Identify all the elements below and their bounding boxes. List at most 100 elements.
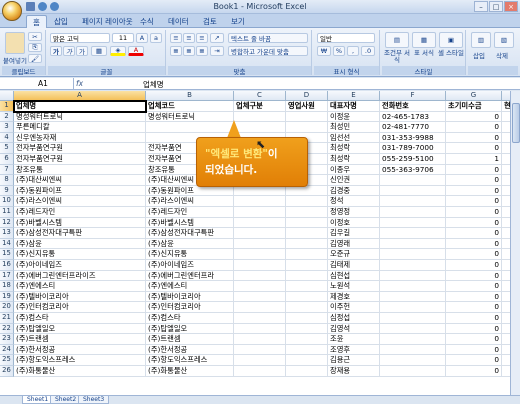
table-cell[interactable] xyxy=(234,238,286,250)
row-header[interactable]: 8 xyxy=(0,175,14,186)
table-cell[interactable]: 0 xyxy=(446,270,502,282)
table-cell[interactable] xyxy=(146,122,234,133)
table-cell[interactable]: 0 xyxy=(446,313,502,324)
table-cell[interactable]: 1 xyxy=(446,154,502,165)
table-cell[interactable]: (주)트랜셈 xyxy=(146,334,234,345)
table-cell[interactable] xyxy=(502,260,510,271)
vertical-scrollbar[interactable] xyxy=(510,91,520,395)
paste-icon[interactable] xyxy=(5,32,25,54)
table-cell[interactable] xyxy=(502,324,510,335)
table-cell[interactable] xyxy=(286,238,328,250)
table-cell[interactable]: 최성민 xyxy=(328,122,380,133)
row-header[interactable]: 26 xyxy=(0,366,14,377)
row-header[interactable]: 9 xyxy=(0,185,14,197)
fx-icon[interactable]: fx xyxy=(76,79,83,88)
table-cell[interactable]: 전자부품연구원 xyxy=(14,154,146,165)
table-cell[interactable]: 장재용 xyxy=(328,366,380,377)
tab-page-layout[interactable]: 페이지 레이아웃 xyxy=(76,15,139,28)
table-cell[interactable]: 전자부품연구원 xyxy=(14,143,146,154)
column-header-f[interactable]: F xyxy=(380,91,446,101)
table-cell[interactable]: (주)삼성전자대구특판 xyxy=(14,228,146,239)
table-cell[interactable]: 김영석 xyxy=(328,323,380,335)
table-cell[interactable]: 임선선 xyxy=(328,132,380,144)
table-cell[interactable]: (주)인터컴코리아 xyxy=(14,302,146,313)
table-cell[interactable]: (주)레드자인 xyxy=(146,207,234,218)
formula-input[interactable]: 업체명 xyxy=(143,79,164,90)
orientation-icon[interactable]: ↗ xyxy=(210,33,224,43)
table-cell[interactable]: 0 xyxy=(446,323,502,335)
table-cell[interactable] xyxy=(502,228,510,239)
table-cell[interactable]: 0 xyxy=(446,175,502,186)
row-header[interactable]: 15 xyxy=(0,249,14,260)
table-cell[interactable]: 창조유통 xyxy=(14,164,146,176)
table-cell[interactable]: (주)아이네임즈 xyxy=(14,260,146,271)
table-cell[interactable] xyxy=(286,281,328,292)
cell-style-button[interactable]: 셀 스타일 xyxy=(438,50,464,57)
table-cell[interactable] xyxy=(380,207,446,218)
table-cell[interactable] xyxy=(380,175,446,186)
table-cell[interactable] xyxy=(286,217,328,229)
name-box[interactable]: A1 xyxy=(0,78,74,90)
table-cell[interactable]: (주)항도익스프레스 xyxy=(146,355,234,366)
sheet-tab-1[interactable]: Sheet1 xyxy=(22,396,54,404)
table-format-icon[interactable]: ▦ xyxy=(412,32,436,48)
table-format-button[interactable]: 표 서식 xyxy=(412,50,436,57)
delete-cells-button[interactable]: 삭제 xyxy=(496,50,508,60)
table-cell[interactable] xyxy=(234,196,286,207)
table-cell[interactable]: (주)레드자인 xyxy=(14,207,146,218)
table-cell[interactable] xyxy=(502,218,510,229)
tab-formulas[interactable]: 수식 xyxy=(134,15,160,28)
header-cell[interactable]: 초기미수금 xyxy=(446,101,502,112)
indent-icon[interactable]: ⇥ xyxy=(210,46,224,56)
table-cell[interactable]: 0 xyxy=(446,122,502,133)
table-cell[interactable] xyxy=(234,366,286,377)
tab-view[interactable]: 보기 xyxy=(225,15,251,28)
table-cell[interactable] xyxy=(380,344,446,356)
office-button[interactable] xyxy=(2,1,22,21)
table-cell[interactable] xyxy=(502,122,510,133)
table-cell[interactable]: 제경호 xyxy=(328,291,380,303)
table-cell[interactable]: (주)컴스타 xyxy=(14,313,146,324)
row-header[interactable]: 11 xyxy=(0,207,14,218)
header-cell[interactable]: 대표자명 xyxy=(328,101,380,112)
table-cell[interactable] xyxy=(380,291,446,303)
table-cell[interactable]: (주)컴스타 xyxy=(146,313,234,324)
table-cell[interactable] xyxy=(380,185,446,197)
scroll-thumb[interactable] xyxy=(512,103,520,143)
row-header[interactable]: 10 xyxy=(0,196,14,207)
table-cell[interactable]: (주)화통물산 xyxy=(146,366,234,377)
table-cell[interactable]: 이정윤 xyxy=(328,111,380,123)
table-cell[interactable] xyxy=(286,185,328,197)
table-cell[interactable]: 0 xyxy=(446,260,502,271)
table-cell[interactable]: 0 xyxy=(446,291,502,303)
table-cell[interactable] xyxy=(286,313,328,324)
table-cell[interactable]: 신인권 xyxy=(328,175,380,186)
table-cell[interactable] xyxy=(234,207,286,218)
table-cell[interactable]: 0 xyxy=(446,111,502,123)
table-cell[interactable] xyxy=(234,260,286,271)
table-cell[interactable]: (주)대산씨엔씨 xyxy=(14,175,146,186)
save-icon[interactable] xyxy=(26,2,35,11)
column-header-a[interactable]: A xyxy=(14,91,146,101)
table-cell[interactable]: (주)엔에스티 xyxy=(146,281,234,292)
table-cell[interactable]: (주)동원파이프 xyxy=(14,185,146,197)
font-size-select[interactable]: 11 xyxy=(112,33,134,43)
table-cell[interactable] xyxy=(380,355,446,366)
table-cell[interactable]: 0 xyxy=(446,132,502,144)
row-header[interactable]: 20 xyxy=(0,302,14,313)
table-cell[interactable]: 조윤 xyxy=(328,334,380,345)
row-header[interactable]: 1 xyxy=(0,101,14,112)
table-cell[interactable] xyxy=(380,217,446,229)
table-cell[interactable] xyxy=(286,249,328,260)
table-cell[interactable] xyxy=(234,313,286,324)
table-cell[interactable]: (주)항도익스프레스 xyxy=(14,355,146,366)
copy-icon[interactable]: ⎘ xyxy=(28,43,42,52)
table-cell[interactable] xyxy=(286,291,328,303)
table-cell[interactable]: 0 xyxy=(446,185,502,197)
format-painter-icon[interactable]: 🖌 xyxy=(28,54,42,63)
table-cell[interactable] xyxy=(234,281,286,292)
table-cell[interactable]: (주)라스이엔씨 xyxy=(146,196,234,207)
table-cell[interactable] xyxy=(380,270,446,282)
table-cell[interactable]: 심현섭 xyxy=(328,270,380,282)
merge-center-button[interactable]: 병합하고 가운데 맞춤 xyxy=(228,46,308,56)
